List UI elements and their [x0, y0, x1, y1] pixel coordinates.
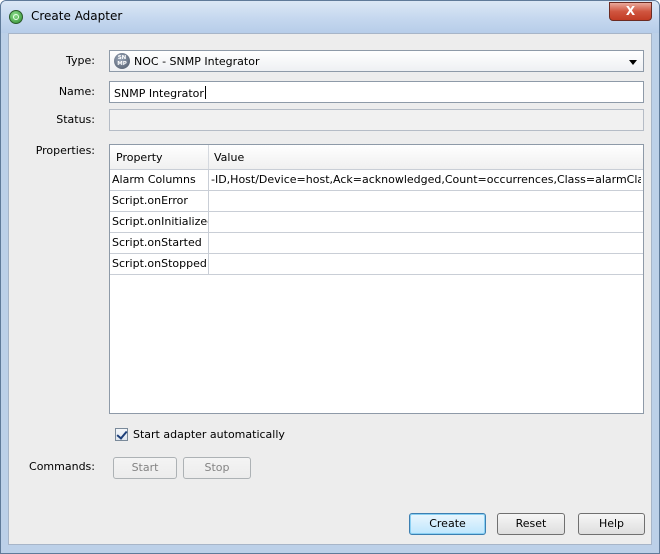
header-divider — [208, 145, 209, 169]
type-label: Type: — [66, 54, 95, 67]
name-input-value: SNMP Integrator — [114, 87, 204, 100]
column-divider — [208, 254, 209, 274]
column-divider — [208, 233, 209, 253]
column-divider — [208, 191, 209, 211]
close-button[interactable]: X — [609, 2, 652, 21]
table-row[interactable]: Script.onError — [110, 191, 643, 212]
table-row[interactable]: Alarm Columns -ID,Host/Device=host,Ack=a… — [110, 170, 643, 191]
property-cell: Script.onStarted — [112, 236, 202, 249]
value-cell[interactable]: -ID,Host/Device=host,Ack=acknowledged,Co… — [211, 173, 641, 186]
create-button[interactable]: Create — [409, 513, 486, 535]
stop-button[interactable]: Stop — [183, 457, 251, 479]
create-adapter-window: Create Adapter X Type: SN MP NOC - SNMP … — [0, 0, 660, 554]
header-property[interactable]: Property — [116, 151, 163, 164]
properties-table[interactable]: Property Value Alarm Columns -ID,Host/De… — [109, 144, 644, 414]
column-divider — [208, 212, 209, 232]
property-cell: Script.onInitialized — [112, 215, 208, 228]
table-header: Property Value — [110, 145, 643, 170]
app-icon — [9, 10, 23, 24]
text-cursor — [204, 86, 206, 99]
snmp-icon: SN MP — [114, 53, 130, 69]
name-input[interactable]: SNMP Integrator — [109, 81, 644, 103]
header-value[interactable]: Value — [214, 151, 244, 164]
commands-label: Commands: — [29, 460, 95, 473]
table-row[interactable]: Script.onInitialized — [110, 212, 643, 233]
table-row[interactable]: Script.onStopped — [110, 254, 643, 275]
window-title: Create Adapter — [31, 9, 123, 23]
start-button[interactable]: Start — [113, 457, 177, 479]
property-cell: Script.onError — [112, 194, 188, 207]
table-row[interactable]: Script.onStarted — [110, 233, 643, 254]
auto-start-label[interactable]: Start adapter automatically — [133, 428, 285, 441]
reset-button[interactable]: Reset — [497, 513, 565, 535]
type-dropdown[interactable]: SN MP NOC - SNMP Integrator — [109, 50, 644, 72]
column-divider — [208, 170, 209, 190]
property-cell: Script.onStopped — [112, 257, 207, 270]
status-label: Status: — [56, 113, 95, 126]
title-bar[interactable]: Create Adapter X — [1, 1, 659, 33]
auto-start-checkbox[interactable] — [115, 428, 128, 441]
chevron-down-icon[interactable] — [629, 60, 637, 65]
name-label: Name: — [58, 85, 95, 98]
help-button[interactable]: Help — [578, 513, 645, 535]
status-field — [109, 109, 644, 131]
property-cell: Alarm Columns — [112, 173, 196, 186]
properties-label: Properties: — [35, 144, 95, 157]
type-selected-value: NOC - SNMP Integrator — [134, 55, 260, 68]
dialog-body: Type: SN MP NOC - SNMP Integrator Name: … — [8, 33, 652, 545]
